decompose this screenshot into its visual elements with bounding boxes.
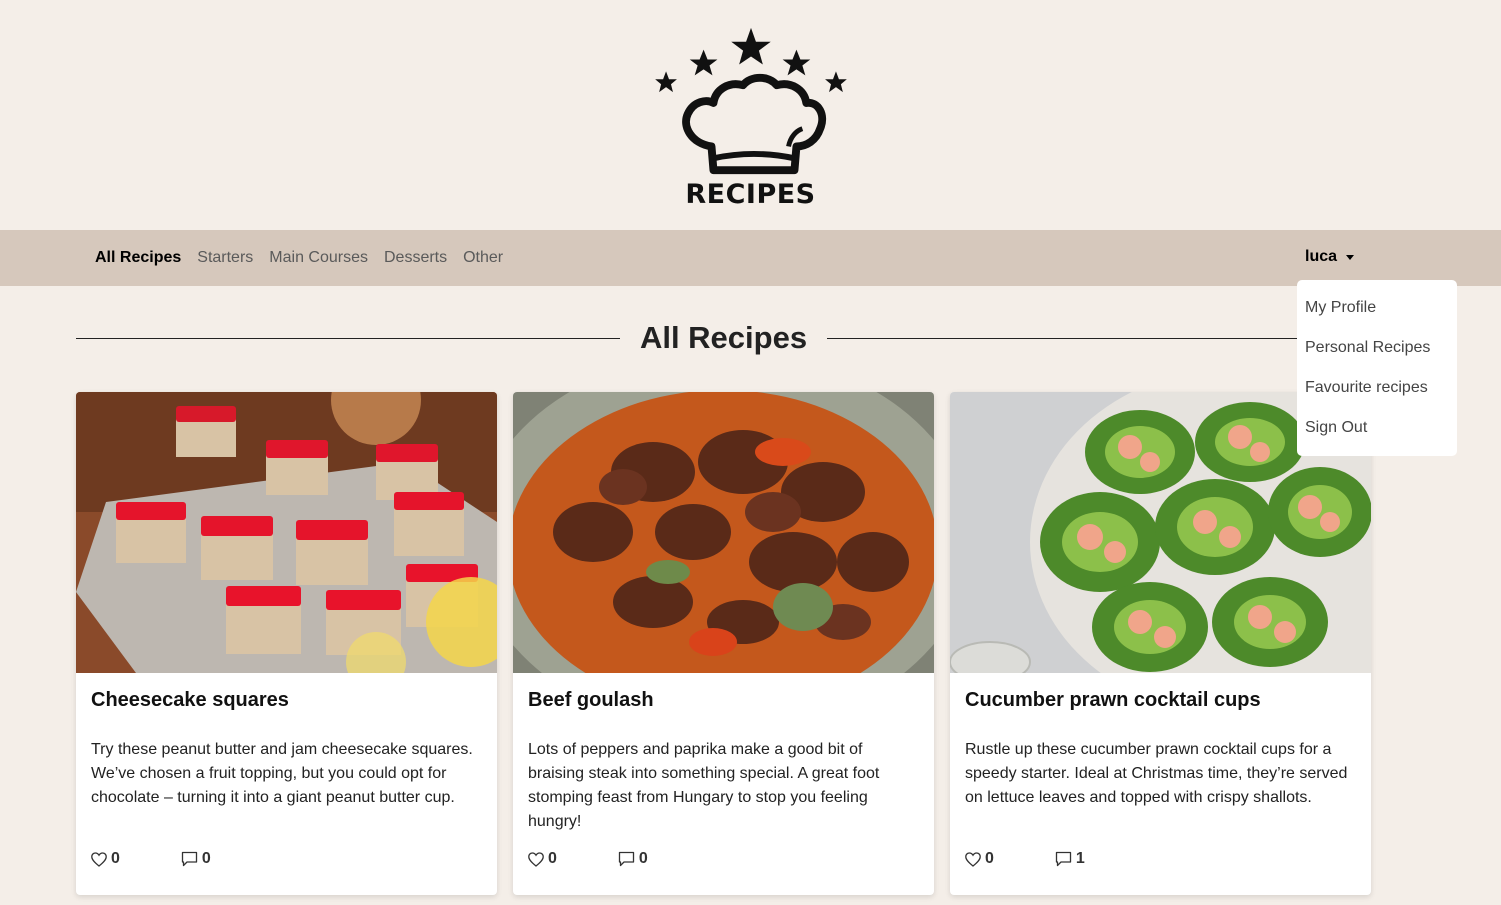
like-button[interactable]: 0 xyxy=(528,850,557,868)
comment-icon xyxy=(1055,851,1072,867)
nav-link-starters[interactable]: Starters xyxy=(189,249,261,267)
recipe-image-cheesecake[interactable] xyxy=(76,392,497,673)
main-navbar: All Recipes Starters Main Courses Desser… xyxy=(0,230,1501,286)
nav-link-main-courses[interactable]: Main Courses xyxy=(261,249,376,267)
comment-button[interactable]: 0 xyxy=(618,850,648,868)
logo-text: RECIPES xyxy=(685,179,816,210)
card-body: Cucumber prawn cocktail cups Rustle up t… xyxy=(950,673,1371,810)
recipe-card[interactable]: Cucumber prawn cocktail cups Rustle up t… xyxy=(950,392,1371,895)
nav-links: All Recipes Starters Main Courses Desser… xyxy=(95,249,511,267)
card-footer: 0 0 xyxy=(528,850,648,868)
chef-hat-stars-icon xyxy=(654,27,847,175)
page-title: All Recipes xyxy=(639,320,808,355)
user-menu-toggle[interactable]: luca xyxy=(1305,248,1355,266)
caret-down-icon xyxy=(1346,254,1355,260)
nav-link-all-recipes[interactable]: All Recipes xyxy=(95,249,189,267)
site-logo[interactable]: RECIPES xyxy=(651,20,851,210)
menu-item-personal-recipes[interactable]: Personal Recipes xyxy=(1297,328,1457,368)
comment-icon xyxy=(618,851,635,867)
heart-icon xyxy=(91,851,107,867)
nav-link-other[interactable]: Other xyxy=(455,249,511,267)
comment-count: 0 xyxy=(638,850,648,867)
recipe-description: Try these peanut butter and jam cheeseca… xyxy=(91,741,473,806)
recipe-description: Lots of peppers and paprika make a good … xyxy=(528,741,880,830)
heart-icon xyxy=(965,851,981,867)
card-body: Cheesecake squares Try these peanut butt… xyxy=(76,673,497,810)
like-count: 0 xyxy=(548,850,557,867)
like-button[interactable]: 0 xyxy=(965,850,994,868)
recipe-image-beef-goulash[interactable] xyxy=(513,392,934,673)
like-count: 0 xyxy=(985,850,994,867)
section-heading: All Recipes xyxy=(76,312,1371,364)
recipe-card[interactable]: Beef goulash Lots of peppers and paprika… xyxy=(513,392,934,895)
comment-count: 0 xyxy=(201,850,211,867)
heading-divider-left xyxy=(76,337,620,339)
recipe-title[interactable]: Beef goulash xyxy=(528,689,919,712)
like-button[interactable]: 0 xyxy=(91,850,120,868)
recipe-title[interactable]: Cheesecake squares xyxy=(91,689,482,712)
card-body: Beef goulash Lots of peppers and paprika… xyxy=(513,673,934,834)
username: luca xyxy=(1305,248,1338,265)
menu-item-sign-out[interactable]: Sign Out xyxy=(1297,408,1457,448)
user-dropdown-menu: My Profile Personal Recipes Favourite re… xyxy=(1297,280,1457,456)
like-count: 0 xyxy=(111,850,120,867)
nav-link-desserts[interactable]: Desserts xyxy=(376,249,455,267)
comment-button[interactable]: 1 xyxy=(1055,850,1085,868)
recipe-title[interactable]: Cucumber prawn cocktail cups xyxy=(965,689,1356,712)
comment-button[interactable]: 0 xyxy=(181,850,211,868)
card-footer: 0 1 xyxy=(965,850,1085,868)
menu-item-favourite-recipes[interactable]: Favourite recipes xyxy=(1297,368,1457,408)
recipe-card-grid: Cheesecake squares Try these peanut butt… xyxy=(76,392,1371,895)
recipe-description: Rustle up these cucumber prawn cocktail … xyxy=(965,741,1348,806)
heading-divider-right xyxy=(827,337,1371,339)
recipe-card[interactable]: Cheesecake squares Try these peanut butt… xyxy=(76,392,497,895)
card-footer: 0 0 xyxy=(91,850,211,868)
comment-count: 1 xyxy=(1075,850,1085,867)
comment-icon xyxy=(181,851,198,867)
heart-icon xyxy=(528,851,544,867)
site-header: RECIPES xyxy=(0,0,1501,230)
menu-item-my-profile[interactable]: My Profile xyxy=(1297,288,1457,328)
